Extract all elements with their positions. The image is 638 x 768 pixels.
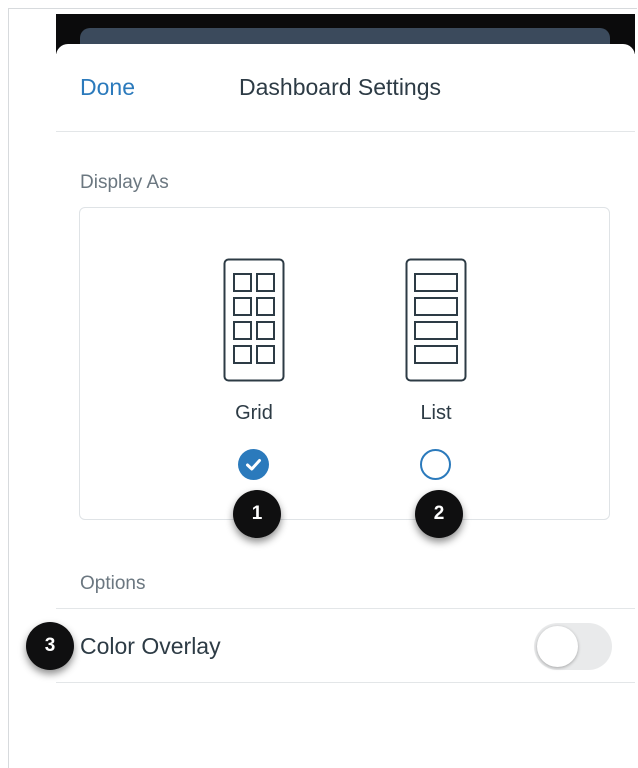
nav-bar: Done Dashboard Settings: [56, 44, 635, 132]
color-overlay-label: Color Overlay: [80, 633, 221, 659]
checkmark-icon: [246, 459, 261, 471]
color-overlay-toggle[interactable]: [534, 623, 612, 670]
list-option-label: List: [420, 402, 452, 424]
done-button[interactable]: Done: [80, 74, 135, 101]
display-as-card: Grid List: [79, 207, 610, 520]
color-overlay-row: Color Overlay: [56, 608, 635, 683]
callout-badge-3: 3: [26, 622, 74, 670]
dashboard-settings-sheet: Done Dashboard Settings Display As Grid …: [56, 44, 635, 768]
options-label: Options: [80, 573, 146, 594]
grid-option-label: Grid: [235, 402, 273, 424]
list-layout-icon[interactable]: [405, 258, 467, 382]
callout-badge-2: 2: [415, 490, 463, 538]
toggle-knob: [537, 626, 578, 667]
list-radio-button[interactable]: [420, 449, 451, 480]
page-title: Dashboard Settings: [239, 74, 442, 100]
display-as-label: Display As: [80, 172, 169, 193]
grid-layout-icon[interactable]: [223, 258, 285, 382]
grid-radio-button[interactable]: [238, 449, 269, 480]
callout-badge-1: 1: [233, 490, 281, 538]
